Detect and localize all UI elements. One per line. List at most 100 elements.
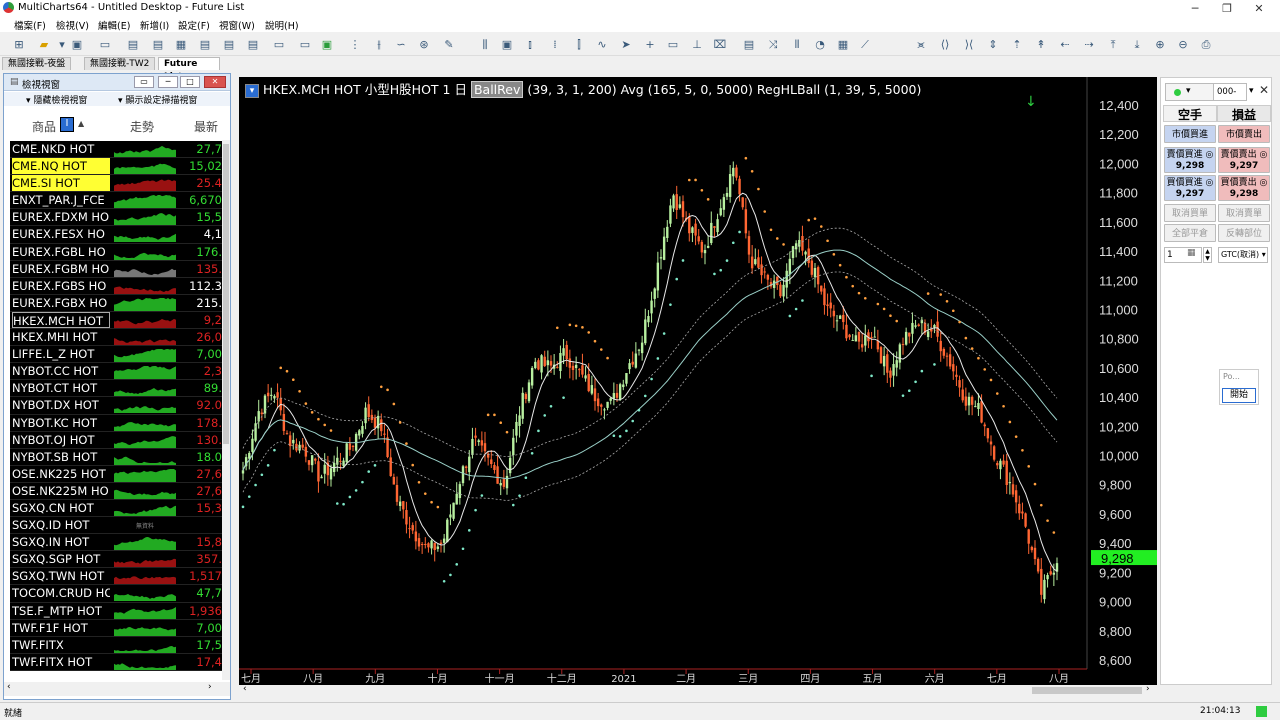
row-symbol[interactable]: CME.NKD HOT [12, 141, 110, 157]
export-icon[interactable]: ▣ [320, 38, 334, 52]
scroll-right-icon[interactable]: › [208, 682, 212, 692]
row-symbol[interactable]: HKEX.MHI HOT [12, 329, 110, 345]
sell-at-bid-button[interactable]: 賣價賣出 ◎ 9,297 [1218, 147, 1270, 173]
table-row[interactable]: EUREX.FGBM HO 135. [10, 260, 222, 278]
row-symbol[interactable]: NYBOT.CT HOT [12, 380, 110, 396]
left-icon[interactable]: ⇠ [1058, 38, 1072, 52]
table-row[interactable]: EUREX.FGBL HO 176. [10, 243, 222, 261]
col-trend[interactable]: 走勢 [130, 118, 154, 135]
candle-icon[interactable]: ⫾ [523, 38, 537, 52]
panel-minimize-icon[interactable]: ─ [158, 76, 178, 88]
sell-at-ask-button[interactable]: 買價賣出 ◎ 9,298 [1218, 175, 1270, 201]
table-row[interactable]: SGXQ.IN HOT 15,8 [10, 534, 222, 552]
row-symbol[interactable]: CME.NQ HOT [12, 158, 110, 175]
table-row[interactable]: CME.SI HOT 25.4 [10, 175, 222, 193]
buy-at-bid-button[interactable]: 賣價買進 ◎ 9,298 [1164, 147, 1216, 173]
bar-icon[interactable]: ⫼ [478, 38, 492, 52]
vexpand-icon[interactable]: ⇕ [986, 38, 1000, 52]
table-row[interactable]: OSE.NK225 HOT 27,6 [10, 465, 222, 483]
chart-scroll-right-icon[interactable]: › [1146, 684, 1150, 694]
dropdown-icon[interactable]: ▾ [55, 38, 69, 52]
table-row[interactable]: ENXT_PAR.J_FCE 6,670 [10, 192, 222, 210]
table-row[interactable]: CME.NKD HOT 27,7 [10, 141, 222, 159]
col-last[interactable]: 最新 [194, 118, 218, 135]
row-symbol[interactable]: EUREX.FGBM HO [12, 261, 110, 277]
row-symbol[interactable]: SGXQ.IN HOT [12, 534, 110, 550]
table-row[interactable]: TWF.FITX 17,5 [10, 636, 222, 654]
order-panel-close-icon[interactable]: ✕ [1259, 83, 1269, 97]
new-chart-icon[interactable]: ⊞ [12, 38, 26, 52]
scan-settings-button[interactable]: ▾ 顯示設定掃描視窗 [118, 93, 197, 106]
row-symbol[interactable]: OSE.NK225M HO [12, 483, 110, 499]
row-symbol[interactable]: NYBOT.SB HOT [12, 449, 110, 465]
crosshair-icon[interactable]: + [643, 38, 657, 52]
row-symbol[interactable]: OSE.NK225 HOT [12, 466, 110, 482]
table-row[interactable]: EUREX.FDXM HO 15,5 [10, 209, 222, 227]
ball-icon[interactable]: ⊛ [417, 38, 431, 52]
doc-icon[interactable]: ▤ [126, 38, 140, 52]
flatten-all-button[interactable]: 全部平倉 [1164, 224, 1216, 242]
reverse-position-button[interactable]: 反轉部位 [1218, 224, 1270, 242]
candle2-icon[interactable]: ⫿ [572, 38, 586, 52]
row-symbol[interactable]: TWF.FITX HOT [12, 654, 110, 670]
table-row[interactable]: HKEX.MHI HOT 26,0 [10, 329, 222, 347]
sort-column-icon[interactable]: I [60, 117, 74, 132]
table-row[interactable]: OSE.NK225M HO 27,6 [10, 482, 222, 500]
tab-night[interactable]: 無國接戰-夜盤 [2, 57, 72, 70]
save-icon[interactable]: ▣ [70, 38, 84, 52]
row-symbol[interactable]: SGXQ.CN HOT [12, 500, 110, 516]
table-row[interactable]: EUREX.FGBX HO 215. [10, 294, 222, 312]
row-symbol[interactable]: EUREX.FDXM HO [12, 209, 110, 225]
scroll-left-icon[interactable]: ‹ [7, 682, 11, 692]
table-row[interactable]: NYBOT.CT HOT 89. [10, 380, 222, 398]
row-symbol[interactable]: TOCOM.CRUD HO [12, 585, 110, 601]
start-button[interactable]: 開始 [1222, 388, 1256, 403]
list-icon[interactable]: ▤ [198, 38, 212, 52]
row-symbol[interactable]: SGXQ.TWN HOT [12, 568, 110, 584]
window2-icon[interactable]: ▭ [298, 38, 312, 52]
tab-future-list[interactable]: Future List [158, 57, 220, 82]
row-symbol[interactable]: NYBOT.OJ HOT [12, 432, 110, 448]
row-symbol[interactable]: TSE.F_MTP HOT [12, 603, 110, 619]
table-row[interactable]: SGXQ.CN HOT 15,3 [10, 499, 222, 518]
menu-dots-icon[interactable]: ⋮ [348, 38, 362, 52]
row-symbol[interactable]: TWF.F1F HOT [12, 620, 110, 636]
line-icon[interactable]: ∿ [595, 38, 609, 52]
link-icon[interactable]: ∽ [394, 38, 408, 52]
down-icon[interactable]: ⤓ [1130, 38, 1144, 52]
buy-at-ask-button[interactable]: 買價買進 ◎ 9,297 [1164, 175, 1216, 201]
market-sell-button[interactable]: 市價賣出 [1218, 125, 1270, 143]
row-symbol[interactable]: EUREX.FGBX HO [12, 295, 110, 311]
price-chart[interactable]: ▾ HKEX.MCH HOT 小型H股HOT 1 日 BallRev (39, … [239, 77, 1157, 685]
table-row[interactable]: SGXQ.SGP HOT 357. [10, 551, 222, 569]
cursor-icon[interactable]: ⫲ [372, 38, 386, 52]
collapse-icon[interactable]: ⟩⟨ [962, 38, 976, 52]
table-row[interactable]: SGXQ.TWN HOT 1,517 [10, 568, 222, 586]
row-symbol[interactable]: ENXT_PAR.J_FCE [12, 192, 110, 208]
table-row[interactable]: EUREX.FESX HO 4,1 [10, 226, 222, 244]
menu-file[interactable]: 檔案(F) [14, 18, 46, 32]
text-icon[interactable]: ▭ [666, 38, 680, 52]
shuffle-icon[interactable]: ⤨ [766, 38, 780, 52]
doc2-icon[interactable]: ▤ [151, 38, 165, 52]
screen-icon[interactable]: ▭ [98, 38, 112, 52]
menu-settings[interactable]: 設定(F) [178, 18, 210, 32]
panel-max-icon[interactable]: □ [180, 76, 200, 88]
table-row[interactable]: NYBOT.SB HOT 18.0 [10, 448, 222, 466]
pie-icon[interactable]: ◔ [813, 38, 827, 52]
row-symbol[interactable]: SGXQ.SGP HOT [12, 551, 110, 567]
pointer-icon[interactable]: ➤ [619, 38, 633, 52]
zoom-area-icon[interactable]: ⌧ [713, 38, 727, 52]
up2-icon[interactable]: ↟ [1034, 38, 1048, 52]
row-symbol[interactable]: EUREX.FGBL HO [12, 244, 110, 260]
position-tab[interactable]: 空手 [1163, 105, 1217, 122]
row-symbol[interactable]: NYBOT.CC HOT [12, 363, 110, 379]
cancel-sell-button[interactable]: 取消賣單 [1218, 204, 1270, 222]
table-row[interactable]: TWF.F1F HOT 7,00 [10, 619, 222, 637]
open-folder-icon[interactable]: ▰ [37, 38, 51, 52]
col-symbol[interactable]: 商品 [32, 118, 56, 135]
row-symbol[interactable]: EUREX.FGBS HO [12, 278, 110, 294]
row-symbol[interactable]: TWF.FITX [12, 637, 110, 653]
expand-icon[interactable]: ⟨⟩ [938, 38, 952, 52]
cancel-buy-button[interactable]: 取消買單 [1164, 204, 1216, 222]
